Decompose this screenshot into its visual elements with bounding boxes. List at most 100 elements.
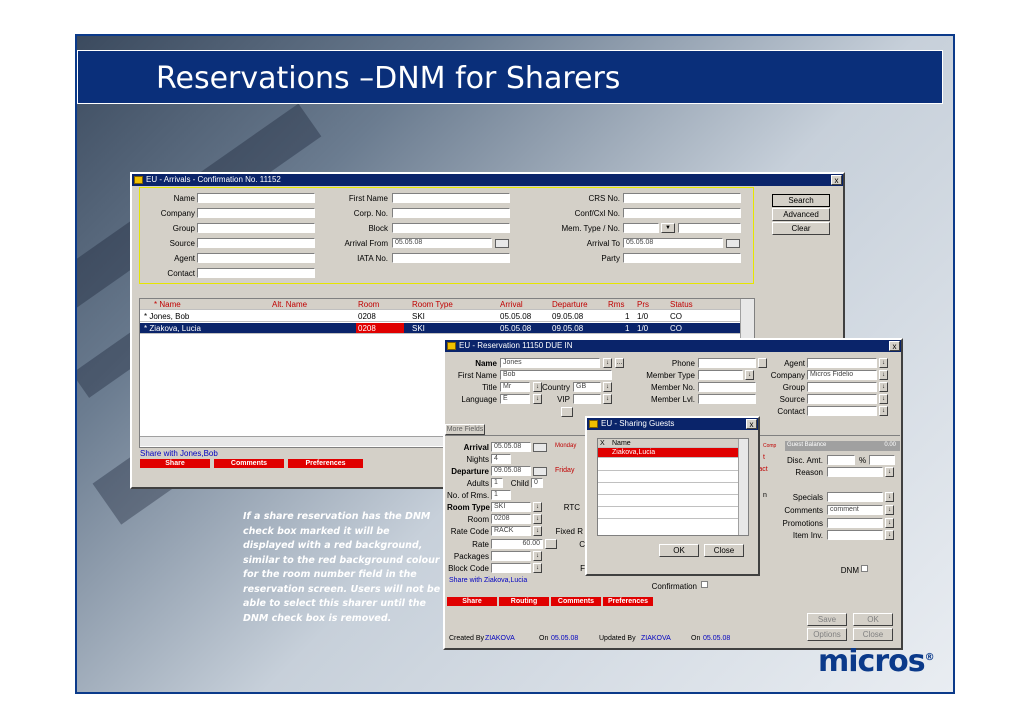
dropdown-icon[interactable] (545, 539, 557, 549)
arrival-from-field[interactable]: 05.05.08 (392, 238, 492, 248)
iata-no-field[interactable] (392, 253, 510, 263)
block-code-field[interactable] (491, 563, 531, 573)
contact-field[interactable] (197, 268, 315, 278)
calendar-icon[interactable] (726, 239, 740, 248)
group-field[interactable] (197, 223, 315, 233)
child-field[interactable]: 0 (531, 478, 543, 488)
mem-no-field[interactable] (678, 223, 741, 233)
title-field[interactable]: Mr (500, 382, 530, 392)
col-room-header[interactable]: Room (358, 299, 379, 309)
list-item[interactable] (598, 460, 738, 471)
col-status-header[interactable]: Status (670, 299, 693, 309)
country-field[interactable]: GB (573, 382, 601, 392)
source-field[interactable] (197, 238, 315, 248)
confirmation-checkbox[interactable] (701, 581, 708, 588)
col-prs-header[interactable]: Prs (637, 299, 649, 309)
tab-routing[interactable]: Routing (499, 597, 549, 606)
clear-button[interactable]: Clear (772, 222, 830, 235)
list-item[interactable] (598, 496, 738, 507)
close-icon[interactable]: x (831, 175, 842, 185)
member-no-field[interactable] (698, 382, 756, 392)
dropdown-icon[interactable]: ↓ (603, 394, 612, 404)
dropdown-icon[interactable]: ↓ (879, 370, 888, 380)
party-field[interactable] (623, 253, 741, 263)
nights-field[interactable]: 4 (491, 454, 511, 464)
no-of-rms-field[interactable]: 1 (491, 490, 511, 500)
phone-field[interactable] (698, 358, 756, 368)
options-button[interactable]: Options (807, 628, 847, 641)
reason-field[interactable] (827, 467, 883, 477)
col-alt-name-header[interactable]: Alt. Name (272, 299, 307, 309)
ok-button[interactable]: OK (853, 613, 893, 626)
sharer-row-dnm[interactable]: Ziakova,Lucia (598, 448, 738, 458)
promotions-field[interactable] (827, 518, 883, 528)
sharers-scrollbar[interactable] (738, 439, 748, 535)
dropdown-icon[interactable]: ↓ (879, 394, 888, 404)
dropdown-icon[interactable]: ↓ (603, 358, 612, 368)
advanced-button[interactable]: Advanced (772, 208, 830, 221)
calendar-icon[interactable] (495, 239, 509, 248)
dropdown-icon[interactable]: ↓ (879, 382, 888, 392)
more-fields-tab[interactable]: More Fields (445, 424, 485, 435)
dropdown-icon[interactable]: ↓ (603, 382, 612, 392)
share-with-link[interactable]: Share with Jones,Bob (140, 449, 218, 458)
dropdown-icon[interactable]: ↓ (533, 514, 542, 524)
search-icon[interactable]: … (615, 358, 624, 368)
disc-amt-field[interactable] (827, 455, 855, 465)
close-button[interactable]: Close (704, 544, 744, 557)
block-field[interactable] (392, 223, 510, 233)
calendar-icon[interactable] (533, 443, 547, 452)
first-name-field[interactable] (392, 193, 510, 203)
share-with-link[interactable]: Share with Ziakova,Lucia (449, 577, 527, 584)
table-row-selected[interactable]: * Ziakova, Lucia 0208 SKI 05.05.08 09.05… (140, 323, 740, 334)
close-icon[interactable]: x (889, 341, 900, 351)
close-button[interactable]: Close (853, 628, 893, 641)
tab-preferences[interactable]: Preferences (288, 459, 363, 468)
dnm-checkbox[interactable] (861, 565, 868, 572)
table-row[interactable]: * Jones, Bob 0208 SKI 05.05.08 09.05.08 … (140, 311, 740, 322)
percent-field[interactable] (869, 455, 895, 465)
search-button[interactable]: Search (772, 194, 830, 207)
room-type-field[interactable]: SKI (491, 502, 531, 512)
departure-field[interactable]: 09.05.08 (491, 466, 531, 476)
dropdown-icon[interactable]: ↓ (533, 526, 542, 536)
dropdown-icon[interactable]: ↓ (745, 370, 754, 380)
dropdown-icon[interactable]: ↓ (885, 505, 894, 515)
dropdown-icon[interactable]: ↓ (885, 467, 894, 477)
vip-field[interactable] (573, 394, 601, 404)
dropdown-icon[interactable]: ↓ (885, 530, 894, 540)
col-room-type-header[interactable]: Room Type (412, 299, 453, 309)
first-name-field[interactable]: Bob (500, 370, 612, 380)
tab-share[interactable]: Share (140, 459, 210, 468)
col-name-header[interactable]: * Name (154, 299, 181, 309)
dropdown-icon[interactable]: ↓ (879, 406, 888, 416)
item-inv-field[interactable] (827, 530, 883, 540)
close-icon[interactable]: x (746, 419, 757, 429)
col-arrival-header[interactable]: Arrival (500, 299, 523, 309)
source-field[interactable] (807, 394, 877, 404)
tab-comments[interactable]: Comments (551, 597, 601, 606)
agent-field[interactable] (807, 358, 877, 368)
col-rms-header[interactable]: Rms (608, 299, 624, 309)
packages-field[interactable] (491, 551, 531, 561)
name-field[interactable] (197, 193, 315, 203)
tab-share[interactable]: Share (447, 597, 497, 606)
conf-cxl-no-field[interactable] (623, 208, 741, 218)
language-field[interactable]: E (500, 394, 530, 404)
arrival-to-field[interactable]: 05.05.08 (623, 238, 723, 248)
member-lvl-field[interactable] (698, 394, 756, 404)
dropdown-icon[interactable]: ↓ (533, 502, 542, 512)
list-item[interactable] (598, 508, 738, 519)
group-field[interactable] (807, 382, 877, 392)
calendar-icon[interactable] (533, 467, 547, 476)
corp-no-field[interactable] (392, 208, 510, 218)
list-item[interactable] (598, 472, 738, 483)
company-field[interactable]: Micros Fidelio (807, 370, 877, 380)
comments-field[interactable]: comment (827, 505, 883, 515)
dropdown-icon[interactable]: ↓ (879, 358, 888, 368)
crs-no-field[interactable] (623, 193, 741, 203)
arrival-field[interactable]: 05.05.08 (491, 442, 531, 452)
specials-field[interactable] (827, 492, 883, 502)
dropdown-icon[interactable]: ↓ (533, 551, 542, 561)
name-field[interactable]: Jones (500, 358, 600, 368)
